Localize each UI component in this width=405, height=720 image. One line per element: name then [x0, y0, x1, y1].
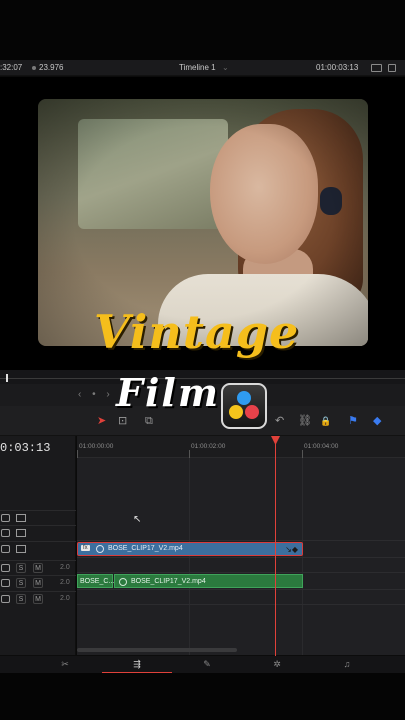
eye-icon[interactable] [1, 514, 10, 522]
trim-tool-icon[interactable]: ⊡ [118, 414, 127, 428]
timeline-timecode: 0:03:13 [0, 441, 51, 455]
track-header-panel: S M 2.0 S M 2.0 S M 2.0 [0, 436, 76, 656]
audio-clip-name: BOSE_CLIP17_V2.mp4 [131, 578, 206, 585]
fps-value: 23.976 [39, 63, 64, 72]
blade-tool-icon[interactable]: ⧉ [145, 414, 153, 428]
page-fusion-icon[interactable]: ✎ [172, 656, 242, 674]
lock-icon[interactable]: 🔒 [320, 414, 331, 428]
speed-icon [96, 545, 104, 553]
page-fairlight-icon[interactable]: ♫ [312, 656, 382, 674]
page-cut-icon[interactable]: ✂ [30, 656, 100, 674]
audio-clip-short-name: BOSE_C... [80, 578, 115, 585]
solo-button[interactable]: S [16, 563, 26, 573]
speaker-icon[interactable] [1, 564, 10, 572]
transport-nav[interactable]: ‹ • › [78, 389, 114, 400]
film-icon[interactable] [16, 529, 26, 537]
viewer-playhead[interactable] [6, 374, 8, 382]
audio-track-header-a2[interactable]: S M 2.0 [0, 575, 76, 590]
snapping-icon[interactable]: ↶ [275, 414, 284, 428]
source-timecode: :32:07 [0, 63, 23, 72]
track-volume: 2.0 [60, 595, 70, 602]
overlay-title-film: Film [116, 370, 221, 415]
viewer-header: :32:07 23.976 Timeline 1 ⌄ 01:00:03:13 [0, 60, 405, 76]
solo-button[interactable]: S [16, 594, 26, 604]
fps-dot-icon [32, 65, 36, 70]
eye-icon[interactable] [1, 529, 10, 537]
top-black-area [0, 0, 405, 60]
timeline-tracks[interactable] [77, 458, 405, 656]
video-clip[interactable]: fx BOSE_CLIP17_V2.mp4 ↘◆ [77, 542, 303, 556]
keyframe-icon[interactable]: ↘◆ [285, 545, 298, 554]
record-timecode: 01:00:03:13 [316, 63, 359, 72]
audio-track-header-a1[interactable]: S M 2.0 [0, 560, 76, 575]
viewer-mode-icon[interactable] [388, 64, 396, 72]
mute-button[interactable]: M [33, 594, 43, 604]
page-navigation-bar: ✂ ⇶ ✎ ✲ ♫ [0, 655, 405, 674]
timeline-playhead[interactable] [275, 442, 276, 656]
eye-icon[interactable] [1, 545, 10, 553]
ruler-label: 01:00:04:00 [304, 443, 339, 450]
speaker-icon[interactable] [1, 595, 10, 603]
bottom-black-area [0, 673, 405, 720]
page-color-icon[interactable]: ✲ [242, 656, 312, 674]
video-track-header-v1[interactable] [0, 541, 76, 556]
track-volume: 2.0 [60, 564, 70, 571]
video-clip-name: BOSE_CLIP17_V2.mp4 [108, 545, 183, 552]
select-tool-icon[interactable]: ➤ [97, 414, 106, 428]
solo-button[interactable]: S [16, 578, 26, 588]
audio-clip-short[interactable]: BOSE_C... [77, 574, 115, 588]
flag-icon[interactable]: ⚑ [348, 414, 358, 428]
audio-track-header-a3[interactable]: S M 2.0 [0, 591, 76, 606]
video-track-header-v2[interactable] [0, 525, 76, 540]
page-edit-icon[interactable]: ⇶ [102, 656, 172, 674]
film-icon[interactable] [16, 514, 26, 522]
overlay-title-vintage: Vintage [94, 305, 300, 359]
track-volume: 2.0 [60, 579, 70, 586]
timeline-ruler[interactable]: 01:00:00:00 01:00:02:00 01:00:04:00 [77, 436, 405, 458]
mouse-cursor-icon: ↖ [133, 514, 142, 525]
film-icon[interactable] [16, 545, 26, 553]
ruler-label: 01:00:00:00 [79, 443, 114, 450]
link-icon[interactable]: ⛓ [298, 414, 312, 428]
viewer-options[interactable] [371, 63, 401, 73]
speaker-icon[interactable] [1, 579, 10, 587]
speed-icon [119, 578, 127, 586]
fx-badge: fx [81, 545, 90, 551]
video-track-header-v3[interactable] [0, 510, 76, 525]
chevron-down-icon[interactable]: ⌄ [222, 63, 229, 72]
timeline-horizontal-scrollbar[interactable] [77, 648, 237, 652]
marker-icon[interactable]: ◆ [373, 414, 381, 428]
viewer-layout-icon[interactable] [371, 64, 382, 72]
mute-button[interactable]: M [33, 578, 43, 588]
timeline-selector[interactable]: Timeline 1 [179, 63, 216, 72]
mute-button[interactable]: M [33, 563, 43, 573]
davinci-resolve-logo-icon [221, 383, 267, 429]
ruler-label: 01:00:02:00 [191, 443, 226, 450]
